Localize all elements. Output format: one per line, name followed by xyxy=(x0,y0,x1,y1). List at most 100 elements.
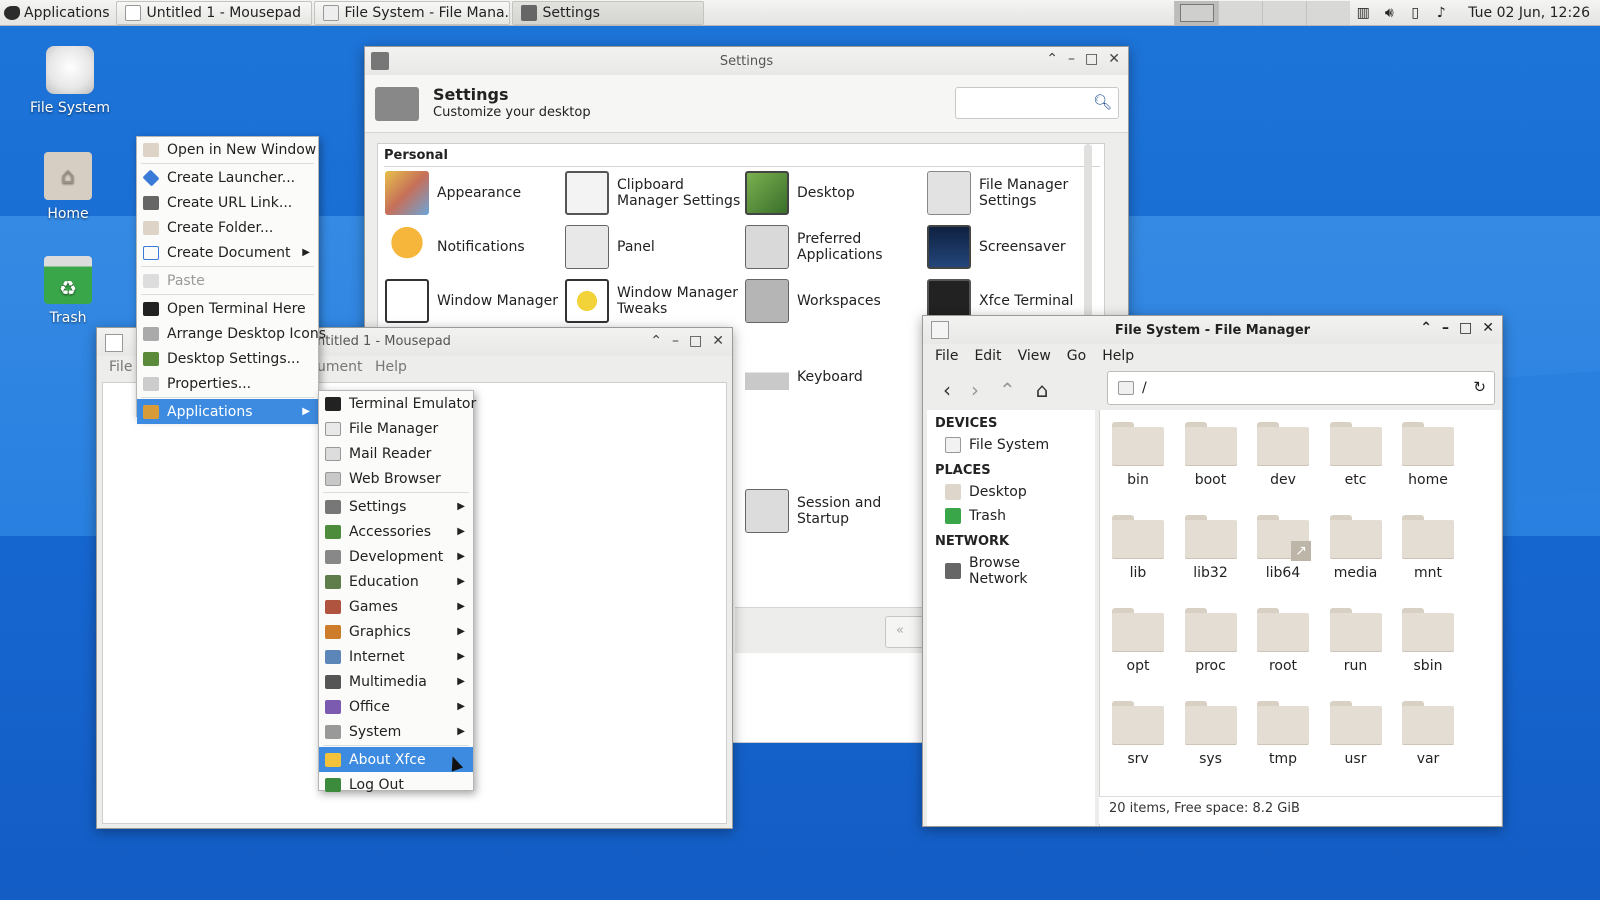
power-icon[interactable]: ▯ xyxy=(1402,5,1428,21)
search-icon[interactable]: 🔍︎ xyxy=(1093,93,1112,111)
menu-item-settings[interactable]: Settings ▶ xyxy=(319,494,473,519)
taskbar-item-mousepad[interactable]: Untitled 1 - Mousepad xyxy=(115,1,312,25)
folder-item-dev[interactable]: dev xyxy=(1247,422,1319,488)
menu-item-open-new-window[interactable]: Open in New Window xyxy=(137,137,318,162)
maximize-button[interactable]: □ xyxy=(1459,320,1472,336)
folder-item-var[interactable]: var xyxy=(1392,701,1464,767)
file-manager-titlebar[interactable]: File System - File Manager ⌃ – □ ✕ xyxy=(923,316,1502,344)
settings-item-session-startup[interactable]: Session and Startup xyxy=(745,489,925,533)
up-arrow-icon[interactable]: ⌃ xyxy=(999,378,1016,402)
settings-item-desktop[interactable]: Desktop xyxy=(745,171,925,215)
applications-menu-button[interactable]: Applications xyxy=(0,0,116,26)
menu-item-mail-reader[interactable]: Mail Reader xyxy=(319,441,473,466)
menu-help[interactable]: Help xyxy=(1102,348,1134,366)
minimize-button[interactable]: – xyxy=(672,333,679,349)
settings-item-appearance[interactable]: Appearance xyxy=(385,171,565,215)
network-icon[interactable]: ▥ xyxy=(1350,5,1376,21)
minimize-button[interactable]: – xyxy=(1442,320,1449,336)
folder-item-lib64[interactable]: ↗ lib64 xyxy=(1247,515,1319,581)
menu-item-applications[interactable]: Applications ▶ xyxy=(137,399,318,424)
folder-item-home[interactable]: home xyxy=(1392,422,1464,488)
desktop-icon-home[interactable]: ⌂ Home xyxy=(20,152,116,222)
side-pane-item[interactable]: Browse Network xyxy=(927,551,1095,591)
menu-item-graphics[interactable]: Graphics ▶ xyxy=(319,619,473,644)
menu-item-system[interactable]: System ▶ xyxy=(319,719,473,744)
menu-view[interactable]: View xyxy=(1018,348,1051,366)
desktop-icon-filesystem[interactable]: File System xyxy=(22,46,118,116)
folder-item-root[interactable]: root xyxy=(1247,608,1319,674)
notification-bell-icon[interactable]: ♪ xyxy=(1428,5,1454,21)
settings-item-window-manager[interactable]: Window Manager xyxy=(385,279,565,323)
menu-item-create-document[interactable]: Create Document ▶ xyxy=(137,240,318,265)
menu-item-web-browser[interactable]: Web Browser xyxy=(319,466,473,491)
folder-item-media[interactable]: media xyxy=(1320,515,1392,581)
folder-item-lib32[interactable]: lib32 xyxy=(1175,515,1247,581)
menu-item-create-launcher[interactable]: Create Launcher... xyxy=(137,165,318,190)
workspace-2[interactable] xyxy=(1218,1,1263,25)
settings-titlebar[interactable]: Settings ⌃ – □ ✕ xyxy=(365,47,1128,75)
menu-item-open-terminal[interactable]: Open Terminal Here xyxy=(137,296,318,321)
menu-item-games[interactable]: Games ▶ xyxy=(319,594,473,619)
desktop-icon-trash[interactable]: ♻ Trash xyxy=(20,256,116,326)
menu-item-log-out[interactable]: Log Out xyxy=(319,772,473,797)
settings-search-input[interactable] xyxy=(960,88,1090,116)
menu-item-properties[interactable]: Properties... xyxy=(137,371,318,396)
side-pane-item[interactable]: File System xyxy=(927,433,1095,457)
folder-item-run[interactable]: run xyxy=(1320,608,1392,674)
menu-item-office[interactable]: Office ▶ xyxy=(319,694,473,719)
menu-item-education[interactable]: Education ▶ xyxy=(319,569,473,594)
close-button[interactable]: ✕ xyxy=(712,333,724,349)
folder-item-tmp[interactable]: tmp xyxy=(1247,701,1319,767)
reload-icon[interactable]: ↻ xyxy=(1473,378,1486,396)
shade-button[interactable]: ⌃ xyxy=(1046,51,1058,67)
folder-item-boot[interactable]: boot xyxy=(1175,422,1247,488)
folder-item-sys[interactable]: sys xyxy=(1175,701,1247,767)
settings-item-wm-tweaks[interactable]: Window Manager Tweaks xyxy=(565,279,745,323)
location-bar[interactable]: / ↻ xyxy=(1107,371,1495,405)
menu-item-create-folder[interactable]: Create Folder... xyxy=(137,215,318,240)
shade-button[interactable]: ⌃ xyxy=(1420,320,1432,336)
menu-item-paste[interactable]: Paste xyxy=(137,268,318,293)
settings-search-field[interactable]: 🔍︎ xyxy=(955,87,1119,119)
menu-go[interactable]: Go xyxy=(1067,348,1086,366)
folder-item-sbin[interactable]: sbin xyxy=(1392,608,1464,674)
workspace-4[interactable] xyxy=(1306,1,1351,25)
close-button[interactable]: ✕ xyxy=(1482,320,1494,336)
menu-edit[interactable]: Edit xyxy=(974,348,1001,366)
settings-item-notifications[interactable]: Notifications xyxy=(385,225,565,269)
folder-item-lib[interactable]: lib xyxy=(1102,515,1174,581)
folder-item-opt[interactable]: opt xyxy=(1102,608,1174,674)
maximize-button[interactable]: □ xyxy=(689,333,702,349)
workspace-1[interactable] xyxy=(1174,1,1219,25)
menu-item-accessories[interactable]: Accessories ▶ xyxy=(319,519,473,544)
workspace-3[interactable] xyxy=(1262,1,1307,25)
menu-item-internet[interactable]: Internet ▶ xyxy=(319,644,473,669)
back-arrow-icon[interactable]: ‹ xyxy=(943,378,951,402)
menu-item-desktop-settings[interactable]: Desktop Settings... xyxy=(137,346,318,371)
minimize-button[interactable]: – xyxy=(1068,51,1075,67)
folder-item-usr[interactable]: usr xyxy=(1320,701,1392,767)
clock[interactable]: Tue 02 Jun, 12:26 xyxy=(1454,5,1600,21)
menu-item-multimedia[interactable]: Multimedia ▶ xyxy=(319,669,473,694)
folder-item-mnt[interactable]: mnt xyxy=(1392,515,1464,581)
settings-item-preferred-apps[interactable]: Preferred Applications xyxy=(745,225,925,269)
side-pane-item[interactable]: Desktop xyxy=(927,480,1095,504)
menu-item-arrange-icons[interactable]: Arrange Desktop Icons xyxy=(137,321,326,346)
folder-item-srv[interactable]: srv xyxy=(1102,701,1174,767)
menu-file[interactable]: File xyxy=(109,359,132,375)
folder-item-proc[interactable]: proc xyxy=(1175,608,1247,674)
maximize-button[interactable]: □ xyxy=(1085,51,1098,67)
settings-item-file-manager[interactable]: File Manager Settings xyxy=(927,171,1107,215)
menu-item-create-url-link[interactable]: Create URL Link... xyxy=(137,190,318,215)
settings-item-workspaces[interactable]: Workspaces xyxy=(745,279,925,323)
folder-item-etc[interactable]: etc xyxy=(1320,422,1392,488)
close-button[interactable]: ✕ xyxy=(1108,51,1120,67)
menu-help[interactable]: Help xyxy=(375,359,407,375)
home-icon[interactable]: ⌂ xyxy=(1036,378,1049,402)
menu-document[interactable]: ument xyxy=(317,359,363,375)
menu-file[interactable]: File xyxy=(935,348,958,366)
forward-arrow-icon[interactable]: › xyxy=(971,378,979,402)
settings-item-clipboard[interactable]: Clipboard Manager Settings xyxy=(565,171,745,215)
menu-item-terminal-emulator[interactable]: Terminal Emulator xyxy=(319,391,476,416)
folder-item-bin[interactable]: bin xyxy=(1102,422,1174,488)
